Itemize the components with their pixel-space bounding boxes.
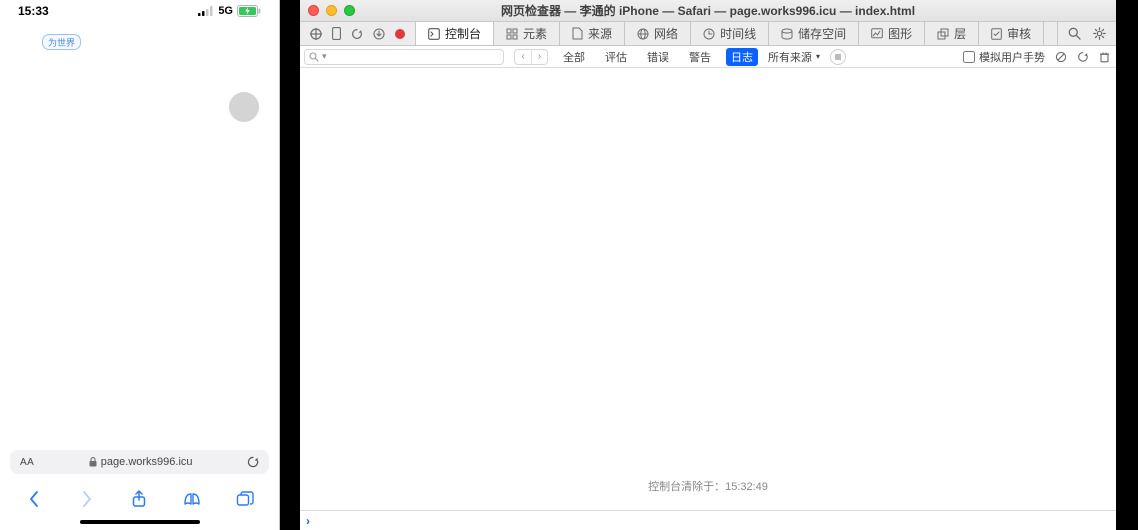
tab-sources-label: 来源 bbox=[588, 25, 612, 42]
window-titlebar[interactable]: 网页检查器 — 李通的 iPhone — Safari — page.works… bbox=[300, 0, 1116, 22]
emulate-user-gesture-label: 模拟用户手势 bbox=[979, 49, 1045, 65]
filter-prev-button[interactable]: ‹ bbox=[515, 50, 531, 64]
tab-network[interactable]: 网络 bbox=[625, 22, 691, 45]
page-chip[interactable]: 为世界 bbox=[42, 34, 81, 50]
share-button[interactable] bbox=[124, 487, 154, 511]
elements-icon bbox=[506, 28, 518, 40]
tab-layers-label: 层 bbox=[954, 25, 966, 42]
traffic-lights bbox=[308, 5, 355, 16]
close-window-button[interactable] bbox=[308, 5, 319, 16]
source-selector-label: 所有来源 bbox=[768, 49, 812, 65]
home-indicator[interactable] bbox=[80, 520, 200, 524]
inspect-element-icon[interactable] bbox=[310, 28, 322, 40]
storage-icon bbox=[781, 28, 793, 40]
text-size-button[interactable]: AA bbox=[20, 457, 34, 468]
status-time: 15:33 bbox=[18, 4, 49, 18]
phone-mirror-pane: 15:33 5G 为世界 AA page.wor bbox=[0, 0, 280, 530]
emulate-user-gesture-toggle[interactable]: 模拟用户手势 bbox=[963, 49, 1045, 65]
search-icon bbox=[309, 52, 319, 62]
filter-errors[interactable]: 错误 bbox=[642, 48, 674, 66]
console-icon bbox=[428, 28, 440, 40]
garbage-collect-icon[interactable] bbox=[1077, 51, 1089, 63]
zoom-window-button[interactable] bbox=[344, 5, 355, 16]
safari-toolbar bbox=[0, 482, 279, 516]
tab-timelines[interactable]: 时间线 bbox=[691, 22, 769, 45]
console-cleared-message: 控制台清除于：15:32:49 bbox=[648, 478, 768, 494]
reload-inspector-icon[interactable] bbox=[351, 28, 363, 40]
console-prompt[interactable]: › bbox=[300, 510, 1116, 530]
tab-audit[interactable]: 审核 bbox=[979, 22, 1044, 45]
search-toolbar-icon[interactable] bbox=[1068, 27, 1081, 40]
chevron-down-icon: ▾ bbox=[322, 51, 327, 62]
tab-graphics[interactable]: 图形 bbox=[859, 22, 925, 45]
forward-button[interactable] bbox=[72, 487, 102, 511]
source-selector[interactable]: 所有来源 ▾ bbox=[768, 49, 820, 65]
graphics-icon bbox=[871, 28, 883, 39]
filter-warnings[interactable]: 警告 bbox=[684, 48, 716, 66]
phone-webview[interactable] bbox=[0, 22, 279, 450]
pane-gap bbox=[280, 0, 300, 530]
tab-sources[interactable]: 来源 bbox=[560, 22, 625, 45]
minimize-window-button[interactable] bbox=[326, 5, 337, 16]
status-network: 5G bbox=[218, 5, 233, 17]
filter-all[interactable]: 全部 bbox=[558, 48, 590, 66]
chevron-down-icon: ▾ bbox=[816, 52, 820, 61]
filter-eval[interactable]: 评估 bbox=[600, 48, 632, 66]
lock-icon bbox=[89, 457, 97, 467]
web-inspector-window: 网页检查器 — 李通的 iPhone — Safari — page.works… bbox=[300, 0, 1116, 530]
tabs-button[interactable] bbox=[230, 487, 260, 511]
prompt-caret-icon: › bbox=[306, 514, 310, 528]
ios-status-bar: 15:33 5G bbox=[0, 0, 279, 22]
tab-network-label: 网络 bbox=[654, 25, 678, 42]
back-button[interactable] bbox=[19, 487, 49, 511]
inspector-tabstrip: 控制台 元素 来源 网络 时间线 储存空间 bbox=[300, 22, 1116, 46]
signal-icon bbox=[198, 6, 214, 16]
right-letterbox bbox=[1116, 0, 1138, 530]
safari-address-bar[interactable]: AA page.works996.icu bbox=[10, 450, 269, 474]
filter-nav-arrows: ‹ › bbox=[514, 49, 548, 65]
clear-console-icon[interactable] bbox=[1055, 51, 1067, 63]
battery-icon bbox=[237, 5, 261, 17]
console-filter-input[interactable]: ▾ bbox=[304, 49, 504, 65]
settings-gear-icon[interactable] bbox=[1093, 27, 1106, 40]
bookmarks-button[interactable] bbox=[177, 487, 207, 511]
tab-elements[interactable]: 元素 bbox=[494, 22, 560, 45]
preserve-log-toggle[interactable] bbox=[830, 49, 846, 65]
tab-graphics-label: 图形 bbox=[888, 25, 912, 42]
timelines-icon bbox=[703, 28, 715, 40]
tab-timelines-label: 时间线 bbox=[720, 25, 756, 42]
audit-icon bbox=[991, 28, 1002, 40]
filter-next-button[interactable]: › bbox=[531, 50, 547, 64]
trash-icon[interactable] bbox=[1099, 51, 1110, 63]
tab-console[interactable]: 控制台 bbox=[416, 22, 494, 45]
errors-indicator-icon[interactable] bbox=[395, 29, 405, 39]
console-filter-bar: ▾ ‹ › 全部 评估 错误 警告 日志 所有来源 ▾ 模拟用户手势 bbox=[300, 46, 1116, 68]
tab-layers[interactable]: 层 bbox=[925, 22, 979, 45]
tab-storage[interactable]: 储存空间 bbox=[769, 22, 859, 45]
layers-icon bbox=[937, 28, 949, 40]
tab-audit-label: 审核 bbox=[1007, 25, 1031, 42]
download-icon[interactable] bbox=[373, 28, 385, 40]
emulate-user-gesture-checkbox[interactable] bbox=[963, 51, 975, 63]
address-url: page.works996.icu bbox=[101, 456, 193, 468]
filter-logs[interactable]: 日志 bbox=[726, 48, 758, 66]
network-icon bbox=[637, 28, 649, 40]
sources-icon bbox=[572, 27, 583, 40]
console-output[interactable]: 控制台清除于：15:32:49 bbox=[300, 68, 1116, 510]
tab-elements-label: 元素 bbox=[523, 25, 547, 42]
assistive-touch-icon[interactable] bbox=[229, 92, 259, 122]
tab-console-label: 控制台 bbox=[445, 25, 481, 42]
device-icon[interactable] bbox=[332, 27, 341, 40]
window-title: 网页检查器 — 李通的 iPhone — Safari — page.works… bbox=[300, 2, 1116, 19]
reload-icon[interactable] bbox=[247, 456, 259, 468]
status-right: 5G bbox=[198, 5, 261, 17]
tab-storage-label: 储存空间 bbox=[798, 25, 846, 42]
